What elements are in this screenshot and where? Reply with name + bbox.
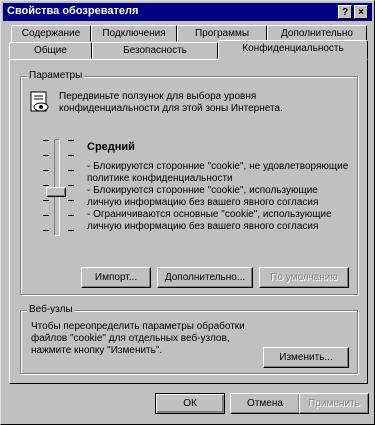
slider-tick [43, 170, 49, 171]
slider-tick [68, 215, 74, 216]
window-title: Свойства обозревателя [7, 5, 139, 17]
settings-intro-text: Передвиньте ползунок для выбора уровня к… [59, 91, 283, 114]
websites-group: Веб-узлы Чтобы переопределить параметры … [20, 304, 358, 374]
slider-tick [68, 140, 74, 141]
help-button[interactable]: ? [338, 5, 352, 19]
slider-tick [43, 155, 49, 156]
settings-group: Параметры Передвиньте ползунок для выбор… [20, 70, 358, 295]
tab-content[interactable]: Содержание [11, 25, 91, 42]
settings-group-label: Параметры [27, 70, 85, 81]
edit-sites-button[interactable]: Изменить... [263, 347, 349, 368]
tab-general[interactable]: Общие [9, 42, 92, 59]
slider-tick [43, 140, 49, 141]
slider-tick [43, 185, 49, 186]
slider-tick [68, 170, 74, 171]
websites-group-label: Веб-узлы [27, 304, 75, 315]
slider-tick [43, 215, 49, 216]
tab-privacy[interactable]: Конфиденциальность [218, 40, 368, 60]
slider-tick [43, 230, 49, 231]
privacy-document-icon [30, 91, 49, 112]
slider-tick [68, 185, 74, 186]
slider-thumb[interactable] [46, 187, 66, 197]
apply-button[interactable]: Применить [299, 393, 369, 414]
privacy-panel: Параметры Передвиньте ползунок для выбор… [9, 59, 368, 384]
title-bar: Свойства обозревателя ? × [3, 3, 372, 21]
cancel-button[interactable]: Отмена [230, 393, 300, 414]
privacy-level-title: Средний [87, 141, 135, 153]
import-button[interactable]: Импорт... [81, 267, 151, 288]
close-button[interactable]: × [354, 5, 368, 19]
privacy-bullet-1: - Блокируются сторонние "cookie", не удо… [87, 161, 349, 184]
slider-tick [68, 230, 74, 231]
privacy-bullet-3: - Ограничиваются основные "cookie", испо… [87, 209, 332, 232]
internet-options-dialog: Свойства обозревателя ? × Содержание Под… [0, 0, 375, 425]
tab-connections[interactable]: Подключения [91, 25, 177, 42]
advanced-button[interactable]: Дополнительно... [157, 267, 253, 288]
slider-tick [68, 155, 74, 156]
ok-button[interactable]: ОК [155, 393, 225, 414]
websites-description: Чтобы переопределить параметры обработки… [31, 321, 245, 356]
slider-tick [68, 200, 74, 201]
privacy-bullet-2: - Блокируются сторонние "cookie", исполь… [87, 185, 319, 208]
default-button[interactable]: По умолчанию [259, 267, 349, 288]
tab-security[interactable]: Безопасность [92, 42, 218, 59]
slider-tick [43, 200, 49, 201]
